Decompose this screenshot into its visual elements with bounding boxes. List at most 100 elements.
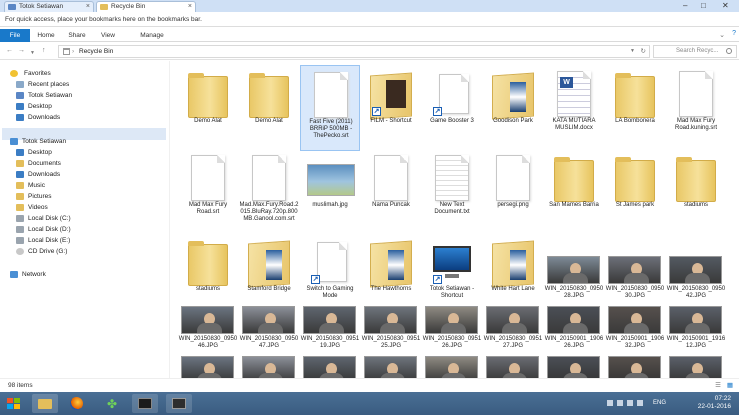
taskbar-app-terminal[interactable] — [132, 394, 158, 413]
nav-desktop-fav[interactable]: Desktop — [4, 101, 164, 112]
tab-share[interactable]: Share — [63, 29, 91, 42]
nav-totok-setiawan-fav[interactable]: Totok Setiawan — [4, 90, 164, 101]
bookmarks-hint: For quick access, place your bookmarks h… — [5, 16, 202, 23]
nav-documents[interactable]: Documents — [4, 158, 164, 169]
file-item-label: Totok Setiawan - Shortcut — [429, 286, 475, 300]
tab-view[interactable]: View — [96, 29, 120, 42]
tab-manage[interactable]: Manage — [134, 29, 170, 42]
file-item[interactable]: New Text Document.txt — [422, 149, 482, 235]
image-file-item[interactable] — [422, 355, 482, 378]
image-file-item[interactable]: WIN_20150901_190632.JPG — [605, 305, 665, 359]
file-item[interactable]: ↗ Game Booster 3 — [422, 65, 482, 151]
back-arrow-icon[interactable]: ← — [6, 46, 13, 56]
details-view-icon[interactable]: ☰ — [715, 379, 721, 393]
file-item[interactable]: Nama Puncak — [361, 149, 421, 235]
file-item[interactable]: Mad Max Fury Road.srt — [178, 149, 238, 235]
nav-videos[interactable]: Videos — [4, 202, 164, 213]
volume-icon[interactable] — [627, 400, 633, 406]
taskbar-app-media[interactable] — [166, 394, 192, 413]
nav-user-totok-setiawan[interactable]: Totok Setiawan — [4, 136, 164, 147]
file-item[interactable]: Mad.Max.Fury.Road.2015.BluRay.720p.800MB… — [239, 149, 299, 235]
tab-recycle-bin[interactable]: Recycle Bin × — [96, 1, 196, 12]
image-file-item[interactable]: WIN_20150830_095047.JPG — [239, 305, 299, 359]
clock[interactable]: 07:22 22-01-2016 — [698, 395, 731, 411]
nav-network[interactable]: Network — [4, 269, 164, 280]
file-item[interactable]: persegi.png — [483, 149, 543, 235]
image-file-item[interactable]: WIN_20150830_095126.JPG — [422, 305, 482, 359]
clock-date: 22-01-2016 — [697, 403, 731, 410]
image-file-item[interactable]: WIN_20150830_095127.JPG — [483, 305, 543, 359]
forward-arrow-icon[interactable]: → — [18, 46, 25, 56]
file-item[interactable]: Demo Alat — [239, 65, 299, 151]
nav-favorites[interactable]: Favorites — [4, 68, 164, 79]
network-tray-icon[interactable] — [617, 400, 623, 406]
image-file-item[interactable] — [178, 355, 238, 378]
file-item[interactable]: LA Bombonera — [605, 65, 665, 151]
tray-arrow-icon[interactable] — [607, 400, 613, 406]
nav-recent-places[interactable]: Recent places — [4, 79, 164, 90]
address-bar[interactable]: › Recycle Bin ▼ ↻ — [58, 45, 650, 58]
minimize-icon[interactable]: – — [683, 0, 687, 11]
refresh-icon[interactable]: ↻ — [641, 46, 646, 57]
chevron-down-icon[interactable]: ▼ — [630, 46, 635, 57]
file-item[interactable]: W KATA MUTIARA MUSLIM.docx — [544, 65, 604, 151]
maximize-icon[interactable]: □ — [701, 0, 706, 11]
image-file-item[interactable]: WIN_20150901_191612.JPG — [666, 305, 726, 359]
image-file-item[interactable]: WIN_20150901_190626.JPG — [544, 305, 604, 359]
start-button[interactable] — [2, 394, 26, 413]
nav-downloads-fav[interactable]: Downloads — [4, 112, 164, 123]
chevron-down-icon[interactable]: ▼ — [30, 48, 35, 58]
file-item[interactable]: Goodison Park — [483, 65, 543, 151]
image-file-item[interactable] — [239, 355, 299, 378]
close-icon[interactable]: × — [86, 2, 90, 12]
file-item[interactable]: muslimah.jpg — [300, 149, 360, 235]
chevron-down-icon[interactable]: ⌄ — [719, 31, 725, 39]
tab-file[interactable]: File — [0, 29, 30, 42]
file-item[interactable]: San Mames Barria — [544, 149, 604, 235]
nav-disk-e[interactable]: Local Disk (E:) — [4, 235, 164, 246]
nav-pictures[interactable]: Pictures — [4, 191, 164, 202]
help-icon[interactable]: ? — [732, 30, 736, 37]
close-window-icon[interactable]: ✕ — [722, 0, 729, 11]
file-item[interactable]: Fast Five (2011) BRRiP 500MB - ThePecko.… — [300, 65, 360, 151]
image-file-item[interactable]: WIN_20150830_095119.JPG — [300, 305, 360, 359]
flag-icon[interactable] — [637, 400, 643, 406]
image-file-item[interactable] — [361, 355, 421, 378]
tab-totok-setiawan[interactable]: Totok Setiawan × — [4, 1, 94, 12]
image-file-item[interactable]: WIN_20150830_095042.JPG — [666, 255, 726, 309]
language-indicator[interactable]: ENG — [653, 400, 666, 406]
image-file-item[interactable] — [544, 355, 604, 378]
image-file-item[interactable]: WIN_20150830_095125.JPG — [361, 305, 421, 359]
image-file-item[interactable]: WIN_20150830_095046.JPG — [178, 305, 238, 359]
image-file-item[interactable] — [666, 355, 726, 378]
search-input[interactable]: Search Recyc... — [653, 45, 737, 58]
image-file-item[interactable]: WIN_20150830_095030.JPG — [605, 255, 665, 309]
file-item[interactable]: stadiums — [666, 149, 726, 235]
nav-disk-d[interactable]: Local Disk (D:) — [4, 224, 164, 235]
disk-icon — [16, 226, 24, 233]
tab-home[interactable]: Home — [33, 29, 59, 42]
breadcrumb-recycle-bin[interactable]: Recycle Bin — [79, 48, 113, 55]
image-file-item[interactable] — [605, 355, 665, 378]
nav-disk-c[interactable]: Local Disk (C:) — [4, 213, 164, 224]
large-icons-view-icon[interactable]: ▦ — [727, 379, 733, 393]
image-file-item[interactable]: WIN_20150830_095028.JPG — [544, 255, 604, 309]
taskbar-app-clover[interactable]: ✤ — [100, 394, 126, 413]
nav-downloads[interactable]: Downloads — [4, 169, 164, 180]
taskbar-file-explorer[interactable] — [32, 394, 58, 413]
taskbar-firefox[interactable] — [64, 394, 90, 413]
folder-icon — [188, 241, 228, 286]
nav-music[interactable]: Music — [4, 180, 164, 191]
nav-desktop[interactable]: Desktop — [4, 147, 164, 158]
photo-body — [502, 323, 527, 333]
image-file-item[interactable] — [300, 355, 360, 378]
file-item[interactable]: Demo Alat — [178, 65, 238, 151]
file-item[interactable]: ↗ FILM - Shortcut — [361, 65, 421, 151]
address-row: ← → ▼ ↑ › Recycle Bin ▼ ↻ Search Recyc..… — [0, 43, 739, 60]
image-file-item[interactable] — [483, 355, 543, 378]
up-arrow-icon[interactable]: ↑ — [42, 46, 46, 56]
close-icon[interactable]: × — [188, 2, 192, 12]
file-item[interactable]: St James park — [605, 149, 665, 235]
file-item[interactable]: Mad Max Fury Road.kuning.srt — [666, 65, 726, 151]
nav-cd-drive-g[interactable]: CD Drive (G:) — [4, 246, 164, 257]
